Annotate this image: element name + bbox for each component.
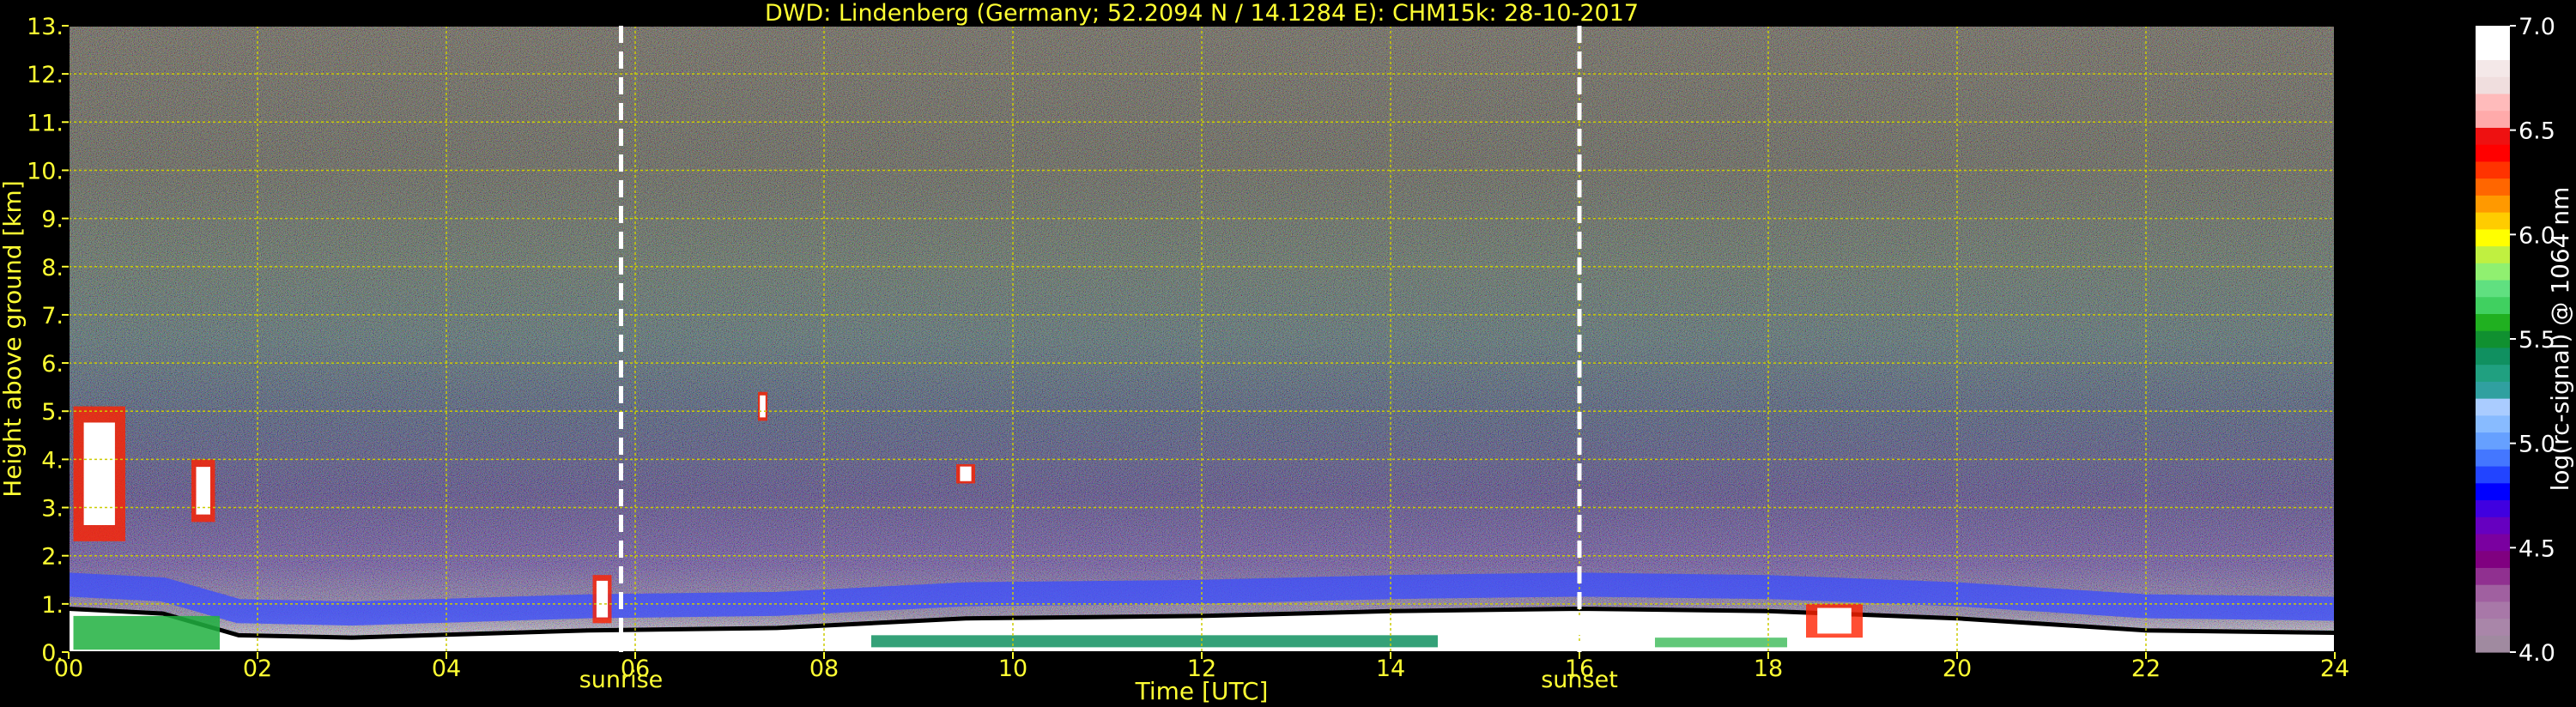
y-tick-label: 5. [41,399,64,426]
colorbar-swatch [2476,296,2510,315]
colorbar-swatch [2476,550,2510,568]
plot-area: sunrise sunset [68,25,2336,693]
colorbar-swatch [2476,499,2510,517]
y-tick-label: 4. [41,447,64,474]
colorbar-swatch [2476,432,2510,450]
bl-structure [1655,638,1787,648]
colorbar-swatch [2476,567,2510,585]
x-tick-label: 22 [2131,656,2161,682]
x-axis-label: Time [UTC] [1135,677,1269,705]
colorbar-tick-label: 6.5 [2518,118,2555,145]
colorbar-tick-label: 4.0 [2518,640,2555,667]
colorbar-swatch [2476,26,2510,44]
colorbar-swatch [2476,195,2510,213]
colorbar-tick-label: 7.0 [2518,14,2555,40]
colorbar-swatch [2476,93,2510,112]
colorbar-swatch [2476,414,2510,433]
colorbar-swatch [2476,59,2510,77]
x-tick-label: 04 [432,656,461,682]
y-tick-label: 13. [27,14,64,40]
colorbar-swatch [2476,465,2510,484]
bl-structure [871,635,1438,648]
cloud-feature [596,580,609,618]
colorbar-swatch [2476,533,2510,552]
cloud-feature [83,422,115,525]
colorbar-swatch [2476,381,2510,399]
y-tick-label: 2. [41,544,64,571]
colorbar-label: log(rc-signal) @ 1064 nm [2546,187,2574,492]
y-tick-label: 8. [41,255,64,281]
colorbar-swatch [2476,398,2510,416]
colorbar-swatch [2476,635,2510,653]
cloud-feature [760,395,766,418]
colorbar-swatch [2476,178,2510,196]
x-tick-label: 16 [1565,656,1594,682]
colorbar-swatch [2476,110,2510,128]
colorbar-swatch [2476,42,2510,61]
x-tick-label: 14 [1376,656,1405,682]
x-tick-label: 08 [809,656,839,682]
colorbar: 4.04.55.05.56.06.57.0 log(rc-signal) @ 1… [2476,14,2574,667]
y-axis-label: Height above ground [km] [0,180,27,498]
colorbar-tick-label: 4.5 [2518,535,2555,562]
y-tick-label: 11. [27,110,64,136]
x-tick-label: 24 [2320,656,2349,682]
y-axis-ticks: 0.1.2.3.4.5.6.7.8.9.10.11.12.13. [27,14,69,667]
colorbar-swatches [2476,26,2510,653]
y-tick-label: 3. [41,496,64,523]
colorbar-swatch [2476,263,2510,281]
colorbar-swatch [2476,347,2510,366]
colorbar-swatch [2476,228,2510,247]
y-tick-label: 12. [27,62,64,88]
colorbar-swatch [2476,160,2510,179]
colorbar-swatch [2476,76,2510,94]
cloud-feature [960,466,972,481]
y-tick-label: 10. [27,158,64,184]
colorbar-swatch [2476,313,2510,331]
x-tick-label: 06 [621,656,650,682]
colorbar-swatch [2476,330,2510,348]
colorbar-swatch [2476,449,2510,467]
x-tick-label: 20 [1943,656,1972,682]
x-tick-label: 18 [1754,656,1783,682]
colorbar-swatch [2476,517,2510,535]
y-tick-label: 9. [41,207,64,233]
y-tick-label: 7. [41,303,64,329]
colorbar-swatch [2476,212,2510,230]
x-tick-label: 00 [54,656,83,682]
colorbar-swatch [2476,144,2510,162]
colorbar-swatch [2476,618,2510,636]
colorbar-swatch [2476,127,2510,145]
colorbar-swatch [2476,245,2510,263]
x-tick-label: 10 [998,656,1027,682]
colorbar-swatch [2476,279,2510,298]
colorbar-swatch [2476,584,2510,602]
chart-title: DWD: Lindenberg (Germany; 52.2094 N / 14… [765,0,1639,27]
colorbar-swatch [2476,364,2510,382]
y-tick-label: 1. [41,592,64,619]
colorbar-swatch [2476,482,2510,501]
ceilometer-plot: sunrise sunset DWD: Lindenberg (Germany; … [0,0,2574,705]
bl-structure [73,615,220,650]
x-tick-label: 02 [243,656,272,682]
colorbar-swatch [2476,601,2510,619]
cloud-feature [1817,607,1852,634]
y-tick-label: 6. [41,351,64,378]
